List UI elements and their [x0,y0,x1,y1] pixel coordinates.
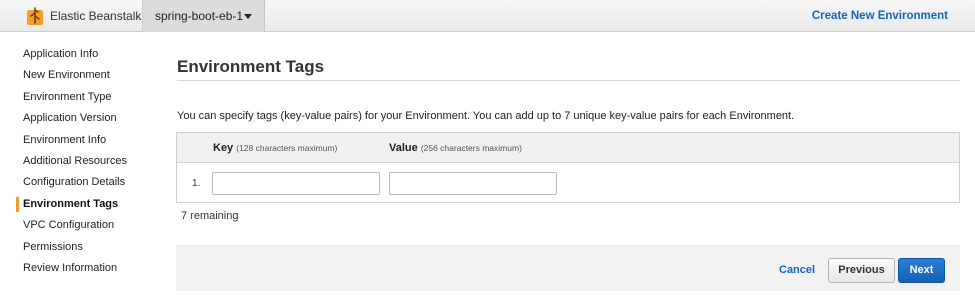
next-button[interactable]: Next [898,258,945,283]
tags-description: You can specify tags (key-value pairs) f… [177,110,795,122]
elastic-beanstalk-logo-icon [27,7,43,25]
sidebar-item-environment-info[interactable]: Environment Info [0,130,160,151]
tags-table: Key (128 characters maximum) Value (256 … [176,132,960,203]
sidebar-item-configuration-details[interactable]: Configuration Details [0,172,160,193]
cancel-button[interactable]: Cancel [779,264,815,276]
tag-value-input[interactable] [389,172,557,195]
sidebar-item-review-information[interactable]: Review Information [0,258,160,279]
sidebar-item-application-version[interactable]: Application Version [0,108,160,129]
tag-key-input[interactable] [212,172,380,195]
sidebar-item-permissions[interactable]: Permissions [0,237,160,258]
value-column-header: Value (256 characters maximum) [389,142,522,154]
value-limit-note: (256 characters maximum) [420,143,522,153]
sidebar-item-additional-resources[interactable]: Additional Resources [0,151,160,172]
service-name: Elastic Beanstalk [50,9,142,23]
sidebar-item-environment-type[interactable]: Environment Type [0,87,160,108]
sidebar-item-environment-tags[interactable]: Environment Tags [0,194,160,215]
tag-row-number: 1. [192,178,201,189]
title-divider [177,80,960,81]
create-new-environment-link[interactable]: Create New Environment [812,10,948,22]
top-navigation-bar: Elastic Beanstalk spring-boot-eb-1 Creat… [0,0,975,32]
previous-button[interactable]: Previous [828,258,895,283]
tags-remaining-count: 7 remaining [181,210,239,222]
application-selector-dropdown[interactable]: spring-boot-eb-1 [143,0,265,32]
key-header-label: Key [213,142,234,154]
wizard-steps-sidebar: Application Info New Environment Environ… [0,44,160,279]
value-header-label: Value [389,142,418,154]
key-limit-note: (128 characters maximum) [236,143,338,153]
application-name: spring-boot-eb-1 [155,9,244,23]
tags-table-header: Key (128 characters maximum) Value (256 … [177,133,959,163]
sidebar-item-new-environment[interactable]: New Environment [0,65,160,86]
page-title: Environment Tags [177,57,325,76]
caret-down-icon [244,14,252,19]
key-column-header: Key (128 characters maximum) [213,142,337,154]
sidebar-item-application-info[interactable]: Application Info [0,44,160,65]
sidebar-item-vpc-configuration[interactable]: VPC Configuration [0,215,160,236]
service-brand[interactable]: Elastic Beanstalk [0,0,143,31]
wizard-footer: Cancel Previous Next [176,245,960,291]
